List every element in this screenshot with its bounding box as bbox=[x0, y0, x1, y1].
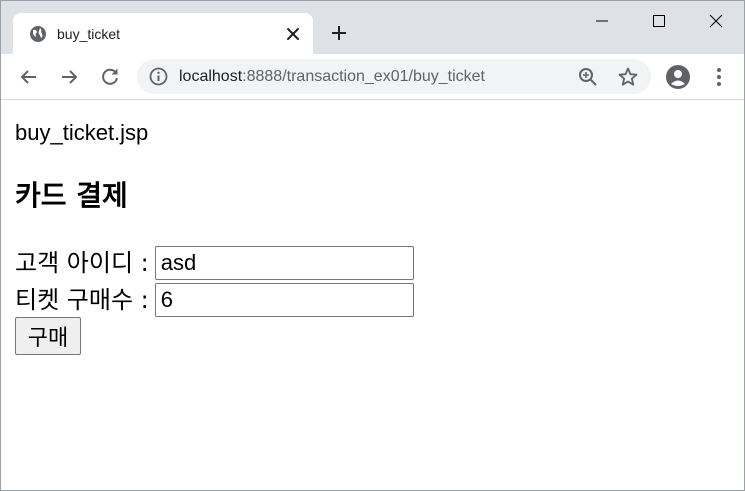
url-path: :8888/transaction_ex01/buy_ticket bbox=[242, 68, 485, 85]
ticket-count-label: 티켓 구매수 : bbox=[15, 286, 149, 314]
url-text[interactable]: localhost:8888/transaction_ex01/buy_tick… bbox=[179, 68, 485, 86]
tab-strip: buy_ticket bbox=[1, 1, 744, 54]
ticket-count-row: 티켓 구매수 : bbox=[15, 283, 414, 317]
close-icon[interactable] bbox=[283, 24, 303, 44]
back-arrow-icon[interactable] bbox=[17, 65, 41, 89]
page-filename: buy_ticket.jsp bbox=[15, 120, 149, 145]
ticket-count-input[interactable] bbox=[154, 283, 414, 317]
window-close-icon[interactable] bbox=[701, 7, 731, 35]
url-host: localhost bbox=[179, 68, 243, 85]
customer-id-label: 고객 아이디 : bbox=[15, 249, 149, 277]
customer-id-input[interactable] bbox=[154, 246, 414, 280]
kebab-menu-icon[interactable] bbox=[707, 65, 731, 89]
address-bar[interactable]: localhost:8888/transaction_ex01/buy_tick… bbox=[137, 59, 651, 94]
page-content: buy_ticket.jsp 카드 결제 고객 아이디 : 티켓 구매수 : 구… bbox=[1, 101, 744, 490]
browser-toolbar: localhost:8888/transaction_ex01/buy_tick… bbox=[1, 54, 744, 100]
minimize-icon[interactable] bbox=[587, 7, 617, 35]
browser-window: buy_ticket localhost:8888/transaction_ex… bbox=[0, 0, 745, 491]
profile-avatar-icon[interactable] bbox=[665, 64, 691, 90]
tab-title: buy_ticket bbox=[57, 26, 121, 42]
page-heading: 카드 결제 bbox=[15, 179, 128, 212]
customer-id-row: 고객 아이디 : bbox=[15, 246, 414, 280]
tab-buy-ticket[interactable]: buy_ticket bbox=[13, 13, 313, 54]
buy-button[interactable]: 구매 bbox=[15, 317, 81, 355]
bookmark-star-icon[interactable] bbox=[617, 66, 639, 88]
new-tab-icon[interactable] bbox=[328, 22, 350, 44]
maximize-icon[interactable] bbox=[644, 7, 674, 35]
info-icon[interactable] bbox=[149, 67, 168, 86]
globe-icon bbox=[29, 25, 47, 43]
forward-arrow-icon[interactable] bbox=[57, 65, 81, 89]
zoom-icon[interactable] bbox=[577, 66, 599, 88]
reload-icon[interactable] bbox=[98, 65, 122, 89]
